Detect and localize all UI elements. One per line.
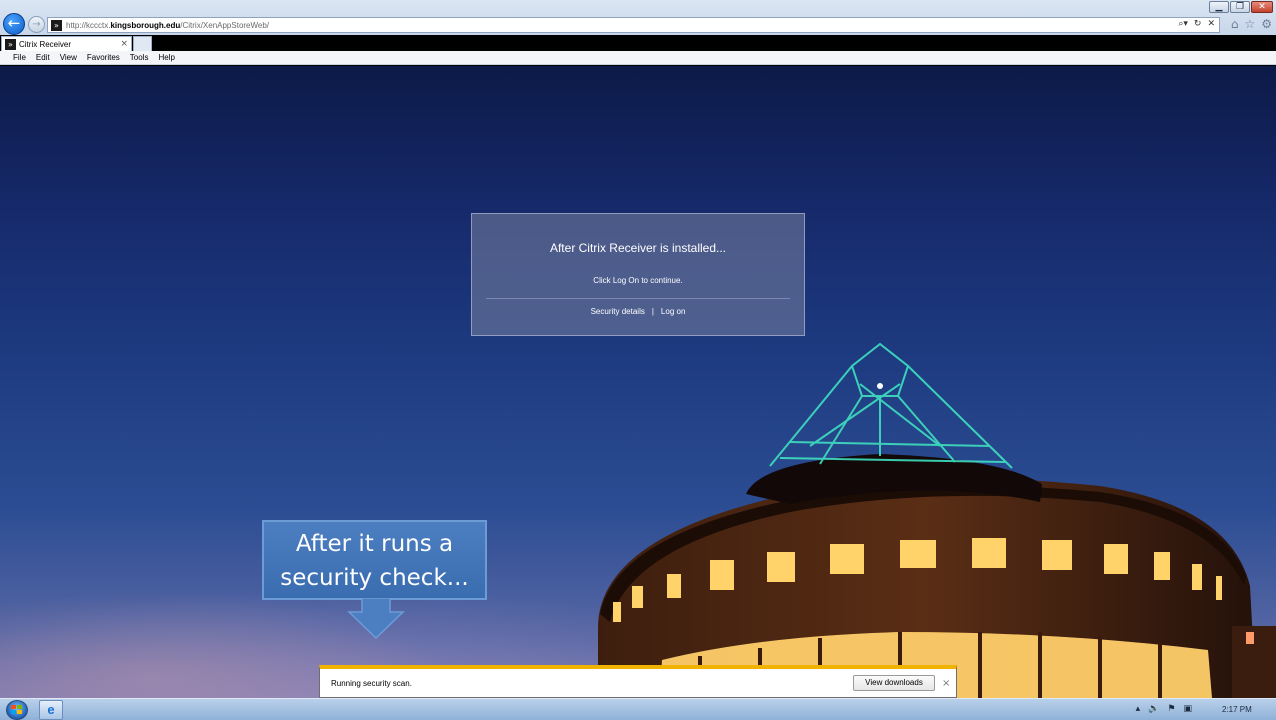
address-tools: ⌕▾ ↻ ✕ — [1178, 19, 1215, 29]
log-on-link[interactable]: Log on — [661, 307, 685, 316]
refresh-icon[interactable]: ↻ — [1194, 19, 1202, 29]
security-details-link[interactable]: Security details — [591, 307, 645, 316]
tab-strip — [0, 35, 1276, 51]
tab-close-icon[interactable]: × — [120, 39, 128, 49]
menu-edit[interactable]: Edit — [36, 53, 50, 62]
windows-logo-icon — [11, 705, 23, 715]
callout-line-2: security check... — [280, 565, 469, 591]
dialog-divider — [486, 298, 790, 299]
action-center-flag-icon[interactable]: ⚑ — [1167, 704, 1175, 714]
taskbar-clock[interactable]: 2:17 PM — [1222, 705, 1252, 714]
citrix-logon-dialog: After Citrix Receiver is installed... Cl… — [471, 213, 805, 336]
menu-favorites[interactable]: Favorites — [87, 53, 120, 62]
address-bar[interactable]: » http://kccctx.kingsborough.edu/Citrix/… — [47, 17, 1220, 33]
menu-tools[interactable]: Tools — [130, 53, 149, 62]
dialog-links: Security details | Log on — [472, 307, 804, 316]
link-separator: | — [651, 307, 654, 316]
favorites-star-icon[interactable]: ☆ — [1244, 17, 1255, 31]
menu-view[interactable]: View — [60, 53, 77, 62]
search-icon[interactable]: ⌕▾ — [1178, 19, 1188, 29]
view-downloads-button[interactable]: View downloads — [853, 675, 935, 691]
settings-gear-icon[interactable]: ⚙ — [1261, 17, 1272, 31]
minimize-icon[interactable]: ▁ — [1209, 1, 1229, 13]
campus-building-photo — [598, 342, 1276, 698]
dialog-title: After Citrix Receiver is installed... — [549, 241, 727, 255]
menu-help[interactable]: Help — [158, 53, 174, 62]
forward-arrow-icon[interactable]: → — [28, 16, 45, 33]
tab-label: Citrix Receiver — [19, 39, 72, 49]
stop-icon[interactable]: ✕ — [1207, 19, 1215, 29]
citrix-favicon-icon: » — [51, 19, 62, 31]
url-text: http://kccctx.kingsborough.edu/Citrix/Xe… — [66, 20, 270, 30]
browser-titlebar: ▁ ❐ ✕ ← → » http://kccctx.kingsborough.e… — [0, 0, 1276, 35]
notification-message: Running security scan. — [331, 679, 412, 688]
dialog-message: Click Log On to continue. — [593, 276, 683, 285]
windows-taskbar: e ▴ 🔈 ⚑ ▣ 2:17 PM — [0, 698, 1276, 720]
tray-expand-icon[interactable]: ▴ — [1136, 704, 1141, 714]
callout-line-1: After it runs a — [295, 531, 454, 557]
page-content: After Citrix Receiver is installed... Cl… — [0, 66, 1276, 698]
download-notification-bar: Running security scan. View downloads × — [319, 665, 957, 698]
citrix-favicon-icon: » — [5, 38, 16, 50]
notification-close-icon[interactable]: × — [942, 678, 950, 689]
volume-icon[interactable]: 🔈 — [1148, 704, 1159, 714]
menu-bar: File Edit View Favorites Tools Help — [0, 51, 1276, 65]
system-tray: ▴ 🔈 ⚑ ▣ — [1136, 704, 1192, 714]
window-controls: ▁ ❐ ✕ — [1208, 1, 1273, 13]
close-icon[interactable]: ✕ — [1251, 1, 1273, 13]
home-icon[interactable]: ⌂ — [1231, 17, 1239, 31]
internet-explorer-taskbar-icon[interactable]: e — [39, 700, 63, 720]
restore-icon[interactable]: ❐ — [1230, 1, 1250, 13]
menu-file[interactable]: File — [13, 53, 26, 62]
instruction-callout: After it runs a security check... — [262, 520, 487, 600]
tab-citrix-receiver[interactable]: » Citrix Receiver × — [1, 36, 132, 51]
back-arrow-icon[interactable]: ← — [3, 13, 25, 35]
network-icon[interactable]: ▣ — [1183, 704, 1192, 714]
browser-toolbar-icons: ⌂ ☆ ⚙ — [1231, 17, 1272, 31]
new-tab-button[interactable] — [133, 36, 152, 51]
callout-down-arrow-icon — [347, 598, 405, 640]
